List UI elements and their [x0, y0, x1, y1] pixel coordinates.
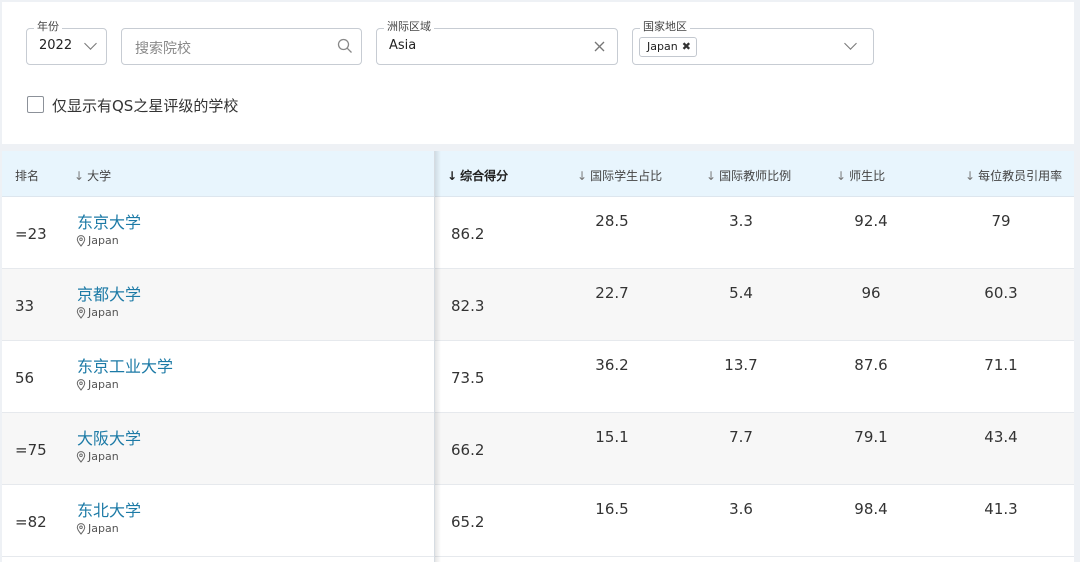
- search-placeholder: 搜索院校: [135, 41, 191, 57]
- intl-students-value: 28.5: [595, 212, 629, 230]
- country-chip[interactable]: Japan ✖: [639, 37, 697, 57]
- qs-stars-checkbox[interactable]: [27, 96, 44, 113]
- intl-students-value: 36.2: [595, 356, 629, 374]
- rankings-table: 排名 ↓ 大学 ↓ 综合得分 ↓ 国际学生占比 ↓ 国际教师比例 ↓ 师生比 ↓ 每位教员引…: [2, 151, 1074, 562]
- intl-faculty-value: 13.7: [724, 356, 758, 374]
- university-location: Japan: [76, 522, 119, 535]
- university-name-link[interactable]: 东京大学: [77, 209, 141, 233]
- faculty-student-value: 87.6: [854, 356, 888, 374]
- filter-panel: 年份 2022 搜索院校 洲际区域 Asia 国家地区 Japan ✖ 仅显示有…: [2, 2, 1074, 144]
- region-select[interactable]: 洲际区域 Asia: [376, 20, 618, 65]
- chevron-down-icon: [844, 37, 857, 50]
- header-faculty-student[interactable]: ↓ 师生比: [836, 167, 885, 184]
- intl-students-value: 22.7: [595, 284, 629, 302]
- header-citations[interactable]: ↓ 每位教员引用率: [965, 167, 1062, 184]
- header-intl-faculty[interactable]: ↓ 国际教师比例: [706, 167, 791, 184]
- qs-stars-label[interactable]: 仅显示有QS之星评级的学校: [52, 95, 238, 116]
- overall-score: 73.5: [451, 369, 485, 387]
- intl-faculty-value: 7.7: [729, 428, 753, 446]
- rank-value: 56: [15, 369, 35, 387]
- sort-arrow-down-icon: ↓: [706, 169, 717, 183]
- citations-value: 79: [991, 212, 1011, 230]
- table-row[interactable]: =75 大阪大学 Japan 66.2 15.1 7.7 79.1 43.4: [2, 413, 1074, 485]
- intl-students-value: 16.5: [595, 500, 629, 518]
- year-value: 2022: [39, 38, 73, 53]
- sticky-column-shadow: [435, 151, 441, 562]
- header-overall-score[interactable]: ↓ 综合得分: [447, 167, 508, 184]
- table-row[interactable]: =23 东京大学 Japan 86.2 28.5 3.3 92.4 79: [2, 197, 1074, 269]
- faculty-student-value: 92.4: [854, 212, 888, 230]
- rank-value: =82: [15, 513, 47, 531]
- university-location: Japan: [76, 450, 119, 463]
- university-name-link[interactable]: 东京工业大学: [77, 353, 173, 377]
- citations-value: 41.3: [984, 500, 1018, 518]
- country-label: 国家地区: [640, 20, 690, 34]
- university-search-input[interactable]: 搜索院校: [121, 28, 362, 65]
- rank-value: =75: [15, 441, 47, 459]
- intl-faculty-value: 5.4: [729, 284, 753, 302]
- table-header: 排名 ↓ 大学 ↓ 综合得分 ↓ 国际学生占比 ↓ 国际教师比例 ↓ 师生比 ↓ 每位教员引…: [2, 151, 1074, 197]
- citations-value: 43.4: [984, 428, 1018, 446]
- location-pin-icon: [76, 522, 86, 535]
- search-icon[interactable]: [337, 38, 353, 54]
- table-row[interactable]: 33 京都大学 Japan 82.3 22.7 5.4 96 60.3: [2, 269, 1074, 341]
- location-pin-icon: [76, 234, 86, 247]
- sort-arrow-down-icon: ↓: [836, 169, 847, 183]
- clear-icon[interactable]: [592, 39, 607, 54]
- location-pin-icon: [76, 450, 86, 463]
- citations-value: 71.1: [984, 356, 1018, 374]
- intl-students-value: 15.1: [595, 428, 629, 446]
- faculty-student-value: 98.4: [854, 500, 888, 518]
- year-label: 年份: [34, 20, 62, 34]
- university-name-link[interactable]: 大阪大学: [77, 425, 141, 449]
- sort-arrow-down-icon: ↓: [447, 169, 458, 183]
- sort-arrow-down-icon: ↓: [577, 169, 588, 183]
- rank-value: =23: [15, 225, 47, 243]
- country-select[interactable]: 国家地区 Japan ✖: [632, 20, 874, 65]
- table-row[interactable]: 56 东京工业大学 Japan 73.5 36.2 13.7 87.6 71.1: [2, 341, 1074, 413]
- overall-score: 82.3: [451, 297, 485, 315]
- overall-score: 65.2: [451, 513, 485, 531]
- table-row[interactable]: =82 东北大学 Japan 65.2 16.5 3.6 98.4 41.3: [2, 485, 1074, 557]
- region-label: 洲际区域: [384, 20, 434, 34]
- university-name-link[interactable]: 京都大学: [77, 281, 141, 305]
- location-pin-icon: [76, 378, 86, 391]
- intl-faculty-value: 3.3: [729, 212, 753, 230]
- overall-score: 66.2: [451, 441, 485, 459]
- region-value: Asia: [389, 38, 417, 53]
- intl-faculty-value: 3.6: [729, 500, 753, 518]
- university-location: Japan: [76, 378, 119, 391]
- chip-remove-icon[interactable]: ✖: [682, 38, 691, 56]
- faculty-student-value: 96: [861, 284, 881, 302]
- country-chip-label: Japan: [647, 40, 678, 53]
- location-pin-icon: [76, 306, 86, 319]
- university-location: Japan: [76, 234, 119, 247]
- rank-value: 33: [15, 297, 35, 315]
- header-rank[interactable]: 排名: [15, 167, 39, 184]
- header-university[interactable]: ↓ 大学: [74, 167, 111, 184]
- header-intl-students[interactable]: ↓ 国际学生占比: [577, 167, 662, 184]
- sort-arrow-down-icon: ↓: [74, 169, 85, 183]
- faculty-student-value: 79.1: [854, 428, 888, 446]
- sort-arrow-down-icon: ↓: [965, 169, 976, 183]
- citations-value: 60.3: [984, 284, 1018, 302]
- overall-score: 86.2: [451, 225, 485, 243]
- chevron-down-icon: [84, 37, 97, 50]
- university-name-link[interactable]: 东北大学: [77, 497, 141, 521]
- year-select[interactable]: 年份 2022: [26, 20, 107, 65]
- university-location: Japan: [76, 306, 119, 319]
